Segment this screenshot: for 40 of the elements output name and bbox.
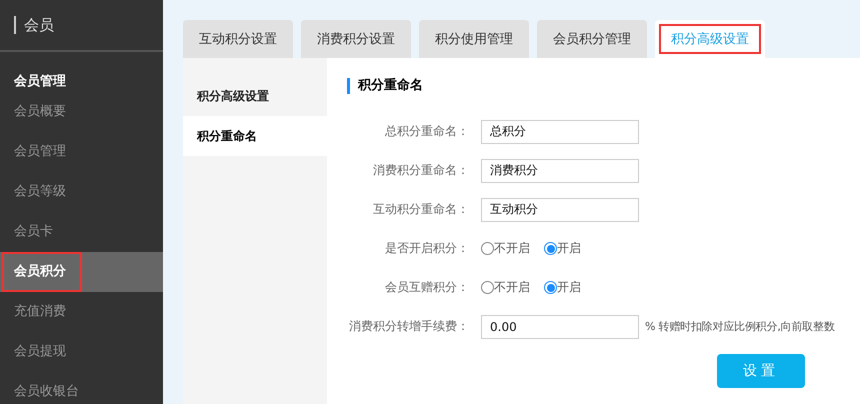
- tab[interactable]: 积分使用管理: [419, 20, 529, 58]
- field-label: 消费积分重命名：: [372, 162, 470, 179]
- field-note: % 转赠时扣除对应比例积分,向前取整数: [645, 319, 835, 334]
- radio-label: 不开启: [494, 279, 530, 296]
- radio-label: 开启: [557, 240, 581, 257]
- radio-icon[interactable]: [544, 281, 557, 294]
- radio-option[interactable]: 不开启: [481, 279, 530, 296]
- radio-option[interactable]: 不开启: [481, 240, 530, 257]
- field-label: 是否开启积分：: [384, 240, 470, 257]
- radio-label: 不开启: [494, 240, 530, 257]
- radio-icon[interactable]: [481, 242, 494, 255]
- tab[interactable]: 消费积分设置: [301, 20, 411, 58]
- radio-option[interactable]: 开启: [544, 240, 581, 257]
- tab[interactable]: 互动积分设置: [183, 20, 293, 58]
- field-label: 会员互赠积分：: [384, 279, 470, 296]
- sidebar-item[interactable]: 会员收银台: [0, 372, 163, 404]
- subnav-item[interactable]: 积分重命名: [183, 116, 327, 156]
- radio-icon[interactable]: [544, 242, 557, 255]
- sidebar-item[interactable]: 会员积分: [0, 252, 163, 292]
- sidebar-item[interactable]: 会员概要: [0, 92, 163, 132]
- sidebar-section-title: 会员管理: [12, 73, 67, 90]
- subnav-item[interactable]: 积分高级设置: [183, 76, 327, 116]
- sidebar-title: 会员: [24, 16, 54, 34]
- sidebar-item[interactable]: 充值消费: [0, 292, 163, 332]
- radio-icon[interactable]: [481, 281, 494, 294]
- sidebar-item[interactable]: 会员等级: [0, 172, 163, 212]
- input-field[interactable]: 总积分: [481, 120, 639, 144]
- field-label: 互动积分重命名：: [372, 201, 470, 218]
- tab[interactable]: 会员积分管理: [537, 20, 647, 58]
- sidebar-item[interactable]: 会员卡: [0, 212, 163, 252]
- section-title: 积分重命名: [347, 78, 860, 94]
- input-field[interactable]: 0.00: [481, 314, 639, 338]
- radio-label: 开启: [557, 279, 581, 296]
- input-field[interactable]: 消费积分: [481, 158, 639, 182]
- sidebar-item[interactable]: 会员提现: [0, 332, 163, 372]
- input-field[interactable]: 互动积分: [481, 198, 639, 222]
- sidebar-item[interactable]: 会员管理: [0, 132, 163, 172]
- radio-option[interactable]: 开启: [544, 279, 581, 296]
- field-label: 消费积分转增手续费：: [348, 318, 470, 335]
- field-label: 总积分重命名：: [384, 123, 470, 140]
